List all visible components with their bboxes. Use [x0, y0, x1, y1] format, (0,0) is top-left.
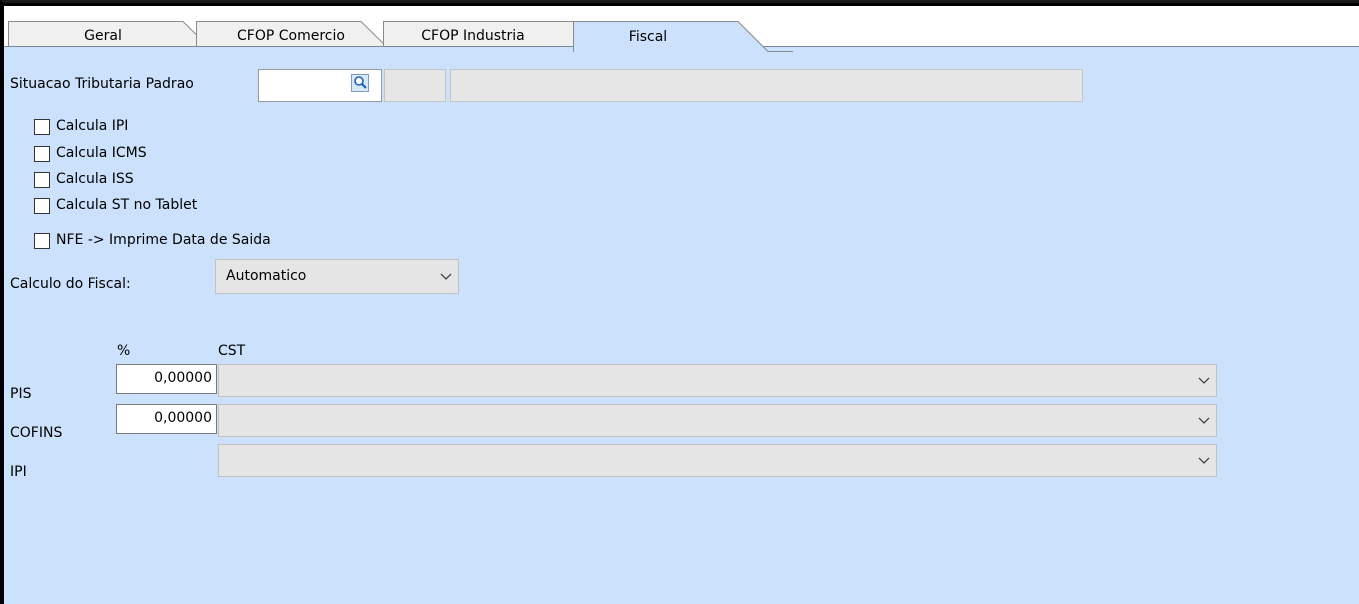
calcula-iss-checkbox[interactable]	[34, 172, 50, 188]
ipi-label: IPI	[10, 464, 27, 480]
pis-label: PIS	[10, 386, 32, 402]
calcula-st-tablet-label: Calcula ST no Tablet	[56, 197, 198, 213]
tab-label: CFOP Industria	[421, 28, 525, 44]
situacao-code-readonly	[384, 69, 446, 102]
pis-percent-input[interactable]: 0,00000	[116, 364, 217, 394]
chevron-down-icon	[440, 273, 452, 280]
calcula-iss-label: Calcula ISS	[56, 171, 134, 187]
calcula-icms-checkbox[interactable]	[34, 146, 50, 162]
pis-cst-dropdown[interactable]	[218, 364, 1217, 397]
calculo-fiscal-dropdown[interactable]: Automatico	[215, 259, 459, 294]
chevron-down-icon	[1198, 417, 1210, 424]
calcula-st-tablet-checkbox[interactable]	[34, 198, 50, 214]
fiscal-panel: Situacao Tributaria Padrao Calcula IPI C…	[4, 46, 1359, 604]
percent-column-header: %	[117, 343, 131, 359]
nfe-imprime-data-saida-label: NFE -> Imprime Data de Saida	[56, 232, 271, 248]
tab-label: Geral	[84, 28, 122, 44]
tab-strip: Geral CFOP Comercio CFOP Industria Fisca…	[4, 3, 1359, 52]
chevron-down-icon	[1198, 377, 1210, 384]
cofins-cst-dropdown[interactable]	[218, 404, 1217, 437]
calculo-fiscal-selected: Automatico	[226, 268, 307, 284]
situacao-tributaria-label: Situacao Tributaria Padrao	[10, 76, 194, 92]
cst-column-header: CST	[218, 343, 246, 359]
calcula-ipi-label: Calcula IPI	[56, 118, 129, 134]
situacao-description-readonly	[450, 69, 1083, 102]
tab-shape	[573, 21, 793, 52]
calcula-ipi-checkbox[interactable]	[34, 119, 50, 135]
search-glyph	[354, 76, 367, 89]
calculo-fiscal-label: Calculo do Fiscal:	[10, 276, 131, 292]
nfe-imprime-data-saida-checkbox[interactable]	[34, 233, 50, 249]
tab-label: CFOP Comercio	[237, 28, 345, 44]
tab-label: Fiscal	[628, 28, 668, 45]
calcula-icms-label: Calcula ICMS	[56, 145, 147, 161]
tab-fiscal[interactable]: Fiscal	[573, 21, 793, 52]
chevron-down-icon	[1198, 457, 1210, 464]
cofins-label: COFINS	[10, 425, 63, 441]
magnifier-icon[interactable]	[351, 74, 369, 92]
ipi-cst-dropdown[interactable]	[218, 444, 1217, 477]
cofins-percent-input[interactable]: 0,00000	[116, 404, 217, 434]
